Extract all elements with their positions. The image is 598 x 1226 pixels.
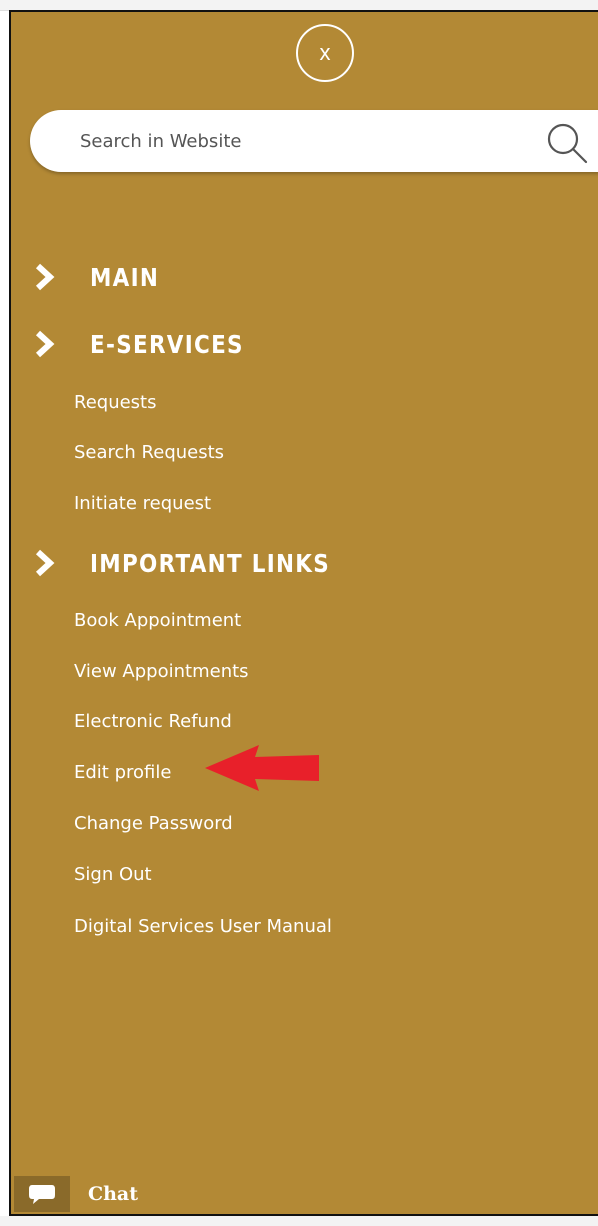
search-bar xyxy=(30,110,598,172)
menu-link-electronic-refund[interactable]: Electronic Refund xyxy=(74,711,232,732)
section-label: E-SERVICES xyxy=(90,329,244,359)
chevron-right-icon xyxy=(35,549,55,577)
menu-link-sign-out[interactable]: Sign Out xyxy=(74,864,152,885)
menu-link-search-requests[interactable]: Search Requests xyxy=(74,442,224,463)
menu-link-change-password[interactable]: Change Password xyxy=(74,813,233,834)
chat-bubble-icon xyxy=(29,1185,55,1204)
menu-link-initiate-request[interactable]: Initiate request xyxy=(74,493,211,514)
menu-section-main[interactable]: MAIN xyxy=(32,257,170,297)
menu-link-edit-profile[interactable]: Edit profile xyxy=(74,762,171,783)
page-bottom-strip xyxy=(0,1216,598,1226)
chevron-right-icon xyxy=(35,263,55,291)
menu-section-e-services[interactable]: E-SERVICES xyxy=(32,324,269,364)
chat-label: Chat xyxy=(88,1183,139,1205)
menu-link-view-appointments[interactable]: View Appointments xyxy=(74,661,249,682)
close-menu-button[interactable]: x xyxy=(296,24,354,82)
section-label: IMPORTANT LINKS xyxy=(90,548,330,578)
menu-section-important-links[interactable]: IMPORTANT LINKS xyxy=(32,543,369,583)
annotation-arrow-icon xyxy=(205,745,319,791)
chat-button[interactable]: Chat xyxy=(14,1176,138,1212)
search-input[interactable] xyxy=(80,110,500,172)
chevron-right-icon xyxy=(35,330,55,358)
search-icon[interactable] xyxy=(544,120,588,164)
menu-link-book-appointment[interactable]: Book Appointment xyxy=(74,610,241,631)
menu-link-requests[interactable]: Requests xyxy=(74,392,157,413)
chat-icon-box xyxy=(14,1176,70,1212)
section-label: MAIN xyxy=(90,262,160,292)
menu-link-user-manual[interactable]: Digital Services User Manual xyxy=(74,916,332,937)
